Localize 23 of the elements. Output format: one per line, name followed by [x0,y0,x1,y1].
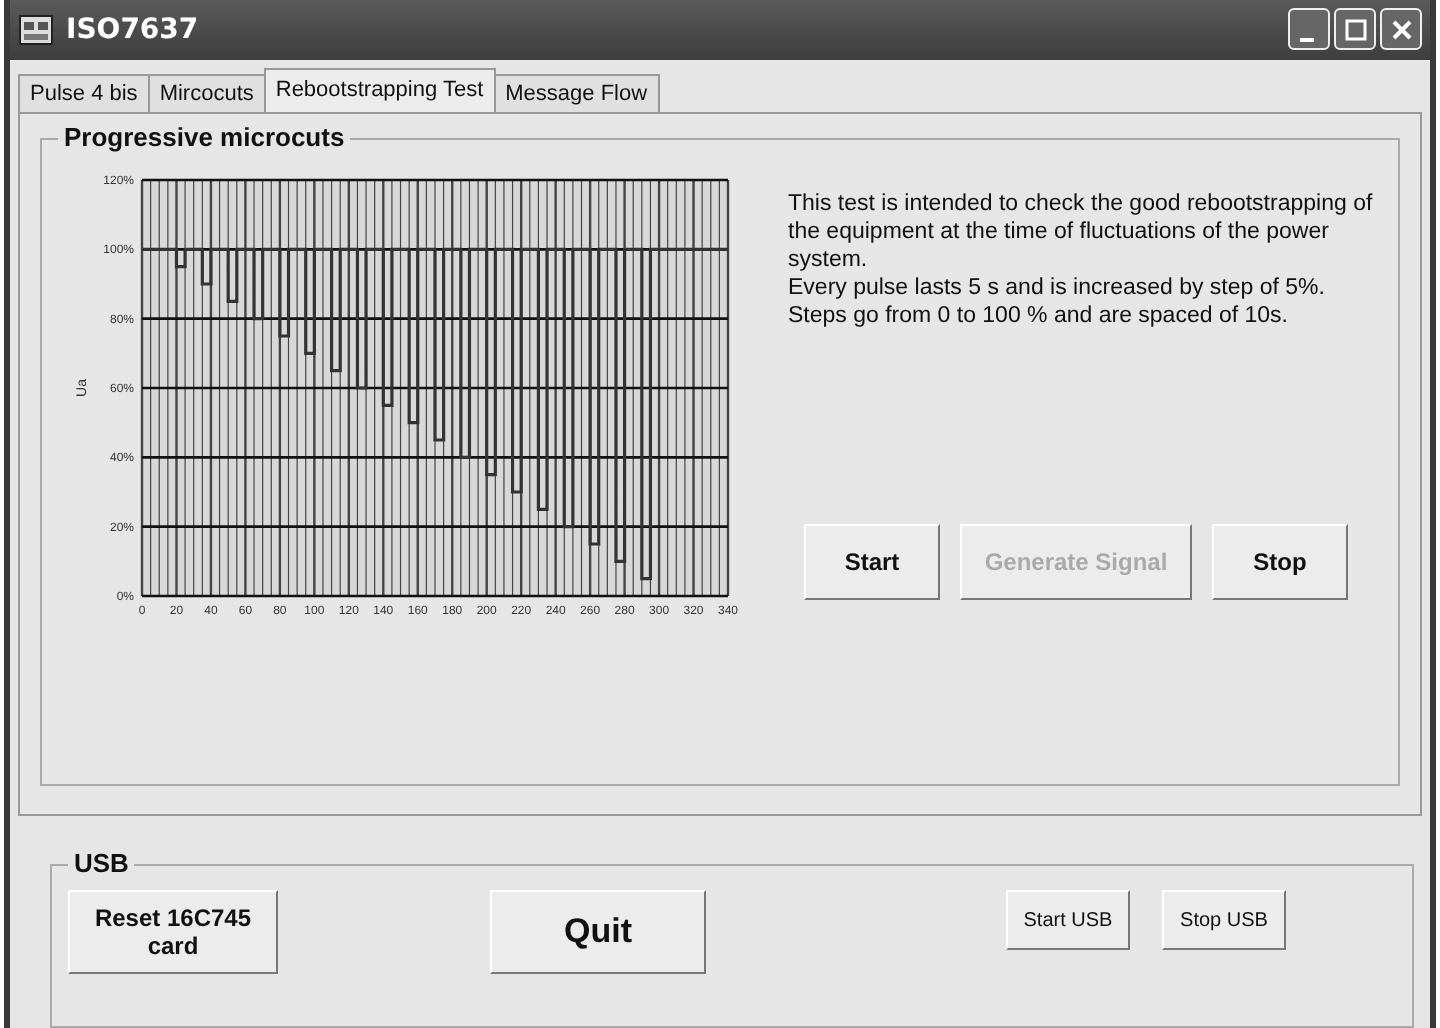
minimize-icon [1299,37,1313,42]
description-text: Steps go from 0 to 100 % and are spaced of 10s. [788,301,1290,330]
maximize-icon [1343,17,1367,42]
close-button[interactable] [1380,8,1422,51]
description-text: This test is intended to check the good rebootstrapping of the equipment at the time of fluctuations of the power system. [788,189,1374,274]
app-icon [18,13,54,46]
group-title: Progressive microcuts [58,121,351,152]
window-title: ISO7637 [66,13,199,46]
group-title: USB [68,848,135,879]
description-text: Every pulse lasts 5 s and is increased by step of 5%. [788,273,1327,302]
start-usb-button[interactable]: Start USB [1006,890,1130,951]
maximize-button[interactable] [1334,8,1376,51]
tab[interactable]: Message Flow [493,73,660,112]
quit-button[interactable]: Quit [490,890,706,975]
stop-usb-button[interactable]: Stop USB [1162,890,1286,951]
action-button[interactable]: Start [804,523,940,600]
action-button[interactable]: Stop [1212,523,1348,600]
minimize-button[interactable] [1288,8,1330,51]
tab[interactable]: Rebootstrapping Test [263,67,496,112]
close-icon [1391,19,1411,40]
tab[interactable]: Pulse 4 bis [18,73,150,112]
reset-button[interactable]: Reset 16C745 card [68,890,278,975]
tab[interactable]: Mircocuts [147,73,266,112]
